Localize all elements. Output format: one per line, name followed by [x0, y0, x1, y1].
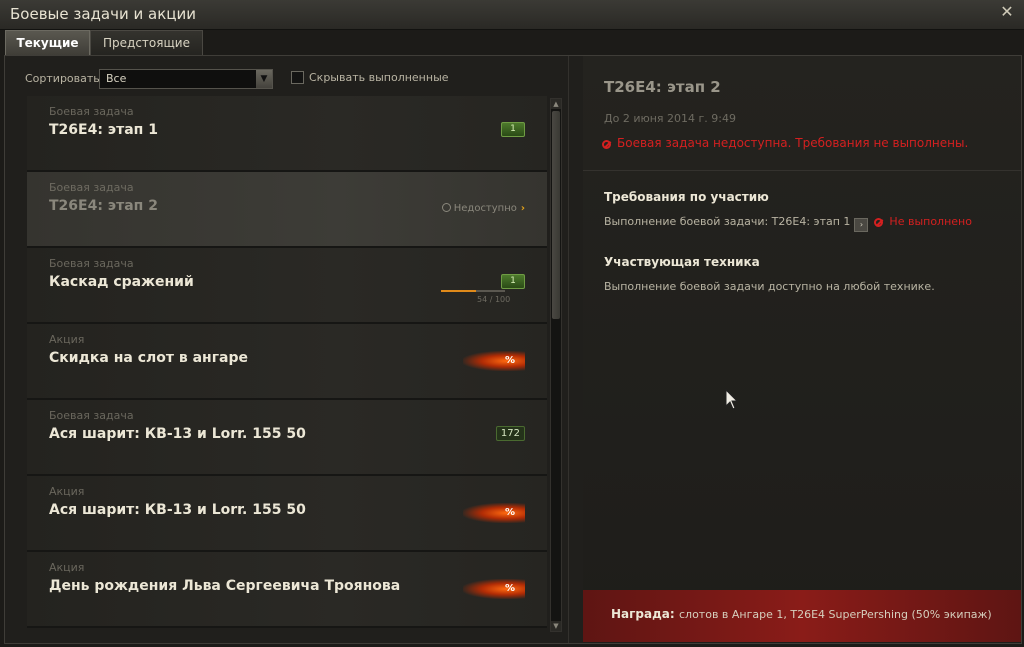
- unavailable-label: Недоступно: [453, 203, 517, 214]
- ban-icon: [874, 218, 884, 227]
- main-panel: Сортировать: Все ▼ Скрывать выполненные …: [4, 55, 1022, 644]
- go-to-quest-button[interactable]: ›: [854, 218, 869, 232]
- unavailable-status: Недоступно ›: [441, 203, 525, 214]
- item-name: День рождения Льва Сергеевича Троянова: [49, 578, 401, 594]
- list-item[interactable]: Акция День рождения Льва Сергеевича Троя…: [27, 552, 547, 628]
- detail-panel: T26E4: этап 2 До 2 июня 2014 г. 9:49 Бое…: [583, 56, 1021, 643]
- progress-fill: [441, 290, 476, 292]
- progress-text: 54 / 100: [477, 295, 511, 304]
- tab-upcoming[interactable]: Предстоящие: [90, 30, 203, 55]
- item-type: Акция: [49, 561, 85, 574]
- item-name: Ася шарит: КВ-13 и Lorr. 155 50: [49, 502, 306, 518]
- detail-title: T26E4: этап 2: [604, 78, 721, 96]
- count-badge: 172: [495, 426, 525, 441]
- scroll-down-icon[interactable]: ▼: [551, 621, 561, 631]
- discount-icon: %: [463, 503, 525, 523]
- quest-list: Боевая задача T26E4: этап 1 1 Боевая зад…: [27, 96, 547, 636]
- requirement-status: Не выполнено: [889, 215, 972, 228]
- requirements-title: Требования по участию: [604, 190, 769, 204]
- tab-current[interactable]: Текущие: [5, 30, 90, 55]
- list-scrollbar[interactable]: ▲ ▼: [550, 98, 562, 632]
- item-type: Боевая задача: [49, 181, 134, 194]
- panel-divider: [568, 56, 569, 643]
- list-item[interactable]: Акция Ася шарит: КВ-13 и Lorr. 155 50 %: [27, 476, 547, 552]
- item-type: Акция: [49, 333, 85, 346]
- list-item[interactable]: Боевая задача Ася шарит: КВ-13 и Lorr. 1…: [27, 400, 547, 476]
- scroll-thumb[interactable]: [552, 111, 560, 319]
- requirement-text: Выполнение боевой задачи: T26E4: этап 1: [604, 215, 851, 228]
- list-item[interactable]: Боевая задача Каскад сражений 1 54 / 100: [27, 248, 547, 324]
- scroll-up-icon[interactable]: ▲: [551, 99, 561, 109]
- hide-completed-label[interactable]: Скрывать выполненные: [309, 71, 449, 84]
- reward-text: слотов в Ангаре 1, T26E4 SuperPershing (…: [679, 608, 992, 621]
- list-item[interactable]: Акция Скидка на слот в ангаре %: [27, 324, 547, 400]
- reward-bar: Награда: слотов в Ангаре 1, T26E4 SuperP…: [583, 590, 1021, 642]
- reward-label: Награда:: [611, 607, 675, 621]
- requirement-row: Выполнение боевой задачи: T26E4: этап 1 ›…: [604, 215, 972, 232]
- vehicles-title: Участвующая техника: [604, 255, 760, 269]
- item-name: Каскад сражений: [49, 274, 194, 290]
- divider: [583, 170, 1021, 171]
- warning-text: Боевая задача недоступна. Требования не …: [617, 136, 969, 150]
- item-type: Боевая задача: [49, 409, 134, 422]
- sort-label: Сортировать:: [25, 72, 104, 85]
- item-type: Боевая задача: [49, 257, 134, 270]
- mouse-cursor-icon: [725, 389, 739, 410]
- unavailable-warning: Боевая задача недоступна. Требования не …: [602, 136, 968, 150]
- discount-icon: %: [463, 579, 525, 599]
- chevron-right-icon: ›: [520, 203, 525, 214]
- discount-icon: %: [463, 351, 525, 371]
- sort-value: Все: [106, 72, 127, 85]
- window-title: Боевые задачи и акции: [10, 5, 196, 23]
- count-badge: 1: [501, 122, 525, 137]
- title-bar: Боевые задачи и акции ✕: [0, 0, 1024, 30]
- list-item[interactable]: Боевая задача T26E4: этап 2 Недоступно ›: [27, 172, 547, 248]
- progress-bar: [441, 290, 505, 292]
- deadline: До 2 июня 2014 г. 9:49: [604, 112, 736, 125]
- count-badge: 1: [501, 274, 525, 289]
- item-name: Скидка на слот в ангаре: [49, 350, 249, 366]
- item-type: Боевая задача: [49, 105, 134, 118]
- item-name: Ася шарит: КВ-13 и Lorr. 155 50: [49, 426, 306, 442]
- list-item[interactable]: Боевая задача T26E4: этап 1 1: [27, 96, 547, 172]
- sort-select[interactable]: Все ▼: [99, 69, 273, 89]
- item-type: Акция: [49, 485, 85, 498]
- item-name: T26E4: этап 1: [49, 122, 158, 138]
- ban-icon: [441, 203, 451, 212]
- hide-completed-checkbox[interactable]: [291, 71, 304, 84]
- ban-icon: [602, 140, 611, 149]
- item-name: T26E4: этап 2: [49, 198, 158, 214]
- vehicles-text: Выполнение боевой задачи доступно на люб…: [604, 280, 935, 293]
- chevron-down-icon[interactable]: ▼: [256, 70, 272, 88]
- close-button[interactable]: ✕: [998, 3, 1016, 21]
